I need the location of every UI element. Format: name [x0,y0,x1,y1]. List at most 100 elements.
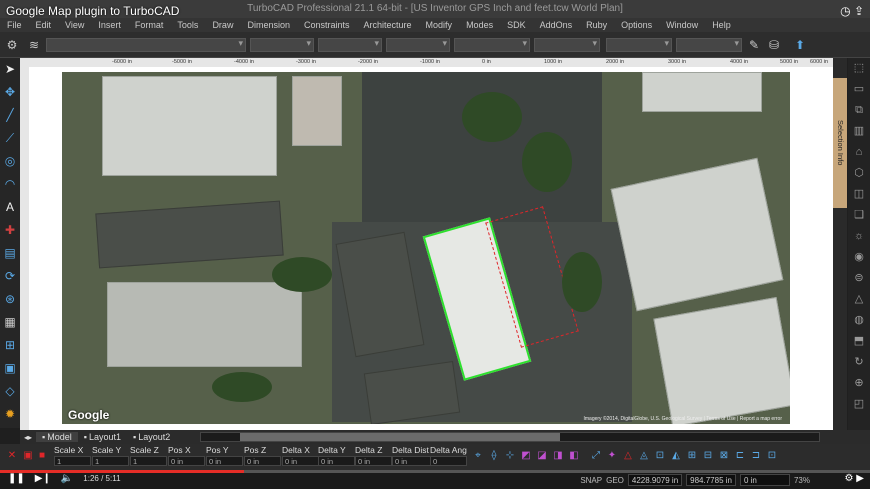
field-value[interactable]: 0 in [168,456,205,466]
next-icon[interactable]: ▶❙ [35,473,51,484]
snap-intersect-icon[interactable]: ⤢ [590,450,602,462]
sphere-icon[interactable]: ◉ [848,247,870,268]
field-value[interactable]: 0 in [206,456,243,466]
dimension-icon[interactable]: ⊞ [0,334,20,357]
snap-parallel-icon[interactable]: ⊟ [702,450,714,462]
menu-tools[interactable]: Tools [170,20,205,30]
boolean-icon[interactable]: ⊕ [848,373,870,394]
line-width-combo[interactable] [386,38,450,52]
mirror-icon[interactable]: ◇ [0,380,20,403]
delta-z-field[interactable]: Delta Z0 in [355,445,392,466]
copy-icon[interactable]: ▤ [0,242,20,265]
cone-icon[interactable]: △ [848,289,870,310]
delta-ang-field[interactable]: Delta Ang 0 [430,445,467,466]
layers-icon[interactable]: ≋ [26,37,42,53]
menu-modes[interactable]: Modes [459,20,500,30]
snap-node-icon[interactable]: ⊠ [718,450,730,462]
satellite-map-image[interactable]: Google Imagery ©2014, DigitalGlobe, U.S.… [62,72,790,424]
layer-combo[interactable] [46,38,246,52]
3d-box-icon[interactable]: ⧉ [848,100,870,121]
menu-dimension[interactable]: Dimension [240,20,297,30]
snap-ortho-icon[interactable]: ◬ [638,450,650,462]
home-icon[interactable]: ⌂ [848,142,870,163]
snap-align-icon[interactable]: △ [622,450,634,462]
scale-y-field[interactable]: Scale Y1 [92,445,129,466]
snap-center-icon[interactable]: ◩ [520,450,532,462]
wireframe-icon[interactable]: ⬡ [848,163,870,184]
view-cube-icon[interactable]: ❑ [848,205,870,226]
snap-perp-icon[interactable]: ◧ [568,450,580,462]
properties-icon[interactable]: ▭ [848,79,870,100]
edit-tool-icon[interactable]: ✥ [0,81,20,104]
extrude-icon[interactable]: ⬒ [848,331,870,352]
color-combo[interactable] [250,38,314,52]
youtube-icon[interactable]: ▶ [856,473,864,484]
menu-constraints[interactable]: Constraints [297,20,357,30]
menu-file[interactable]: File [0,20,29,30]
scale-x-field[interactable]: Scale X1 [54,445,91,466]
clock-icon[interactable]: ◷ [840,4,850,18]
snap-polar-icon[interactable]: ⊡ [654,450,666,462]
snap-quadrant-icon[interactable]: ◪ [536,450,548,462]
tab-model[interactable]: ▪ Model [36,432,78,442]
library-icon[interactable]: ▥ [848,121,870,142]
field-value[interactable]: 1 [54,456,91,466]
menu-format[interactable]: Format [128,20,171,30]
grid-icon[interactable]: ▦ [0,311,20,334]
field-value[interactable]: 0 in [244,456,281,466]
line-icon[interactable]: ╱ [0,104,20,127]
menu-modify[interactable]: Modify [419,20,460,30]
snap-hatch-icon[interactable]: ⊐ [750,450,762,462]
pen-combo[interactable] [454,38,530,52]
brush-combo[interactable] [534,38,600,52]
delta-x-field[interactable]: Delta X0 in [282,445,319,466]
geo-toggle[interactable]: GEO [606,476,624,485]
menu-window[interactable]: Window [659,20,705,30]
field-value[interactable]: 0 in [355,456,392,466]
menu-draw[interactable]: Draw [205,20,240,30]
stop-icon[interactable]: ■ [36,450,48,462]
snap-midpoint-icon[interactable]: ⊹ [504,450,516,462]
pos-x-field[interactable]: Pos X0 in [168,445,205,466]
selection-info-tab[interactable]: Selection Info [833,78,847,208]
tab-nav-icon[interactable]: ◂▸ [20,433,36,442]
cylinder-icon[interactable]: ⊜ [848,268,870,289]
camera-icon[interactable]: ◫ [848,184,870,205]
tab-layout1[interactable]: ▪ Layout1 [78,432,127,442]
pattern-combo[interactable] [606,38,672,52]
snap-tangent-icon[interactable]: ◨ [552,450,564,462]
share-icon[interactable]: ⇪ [854,4,864,18]
line-style-combo[interactable] [318,38,382,52]
zoom-level[interactable]: 73% [794,476,810,485]
field-value[interactable]: 0 in [282,456,319,466]
group-icon[interactable]: ▣ [0,357,20,380]
settings-icon[interactable]: ⚙ [845,473,854,484]
field-value[interactable]: 1 [130,456,167,466]
material-combo[interactable] [676,38,742,52]
snap-grid-icon[interactable]: ✦ [606,450,618,462]
torus-icon[interactable]: ◍ [848,310,870,331]
menu-sdk[interactable]: SDK [500,20,533,30]
pos-z-field[interactable]: Pos Z0 in [244,445,281,466]
pause-icon[interactable]: ❚❚ [8,473,25,484]
snap-nearest-icon[interactable]: ⟠ [488,450,500,462]
field-value[interactable]: 0 [430,456,467,466]
scale-z-field[interactable]: Scale Z1 [130,445,167,466]
pos-y-field[interactable]: Pos Y0 in [206,445,243,466]
snap-toggle[interactable]: SNAP [580,476,602,485]
gear-icon[interactable]: ⚙ [4,37,20,53]
menu-ruby[interactable]: Ruby [579,20,614,30]
video-overlay-icons[interactable]: ◷ ⇪ [840,4,864,18]
rotate-icon[interactable]: ⟳ [0,265,20,288]
select-icon[interactable]: ➤ [0,58,20,81]
menu-addons[interactable]: AddOns [533,20,580,30]
revolve-icon[interactable]: ↻ [848,352,870,373]
menu-view[interactable]: View [58,20,91,30]
delta-y-field[interactable]: Delta Y0 in [318,445,355,466]
pencil-icon[interactable]: ✎ [746,37,762,53]
x-icon[interactable]: ✕ [6,450,18,462]
menu-insert[interactable]: Insert [91,20,128,30]
snap-text-icon[interactable]: ⊏ [734,450,746,462]
menu-edit[interactable]: Edit [29,20,59,30]
render-icon[interactable]: ✹ [0,403,20,426]
